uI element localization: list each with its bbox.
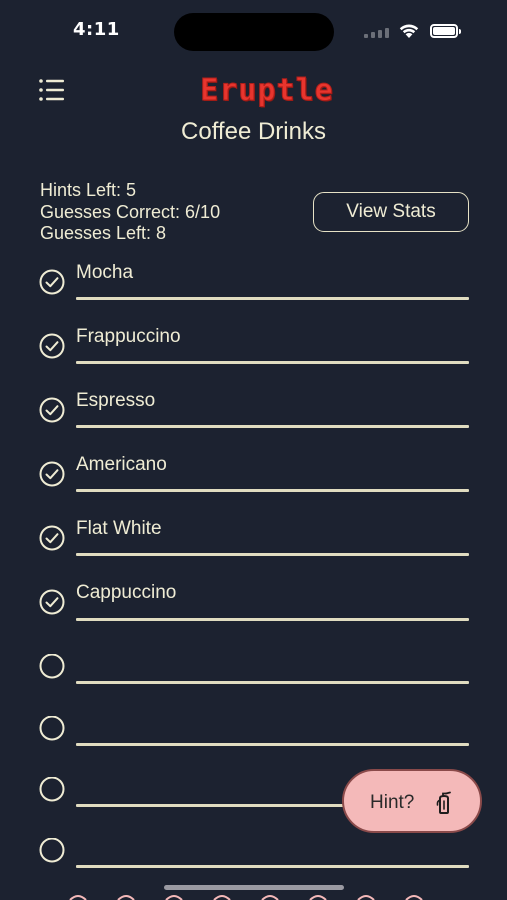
guess-row-empty[interactable] xyxy=(38,654,470,694)
app-logo: Eruptle xyxy=(200,73,334,109)
battery-icon xyxy=(430,24,461,38)
hint-label: Hint? xyxy=(370,792,415,813)
guesses-correct-text: Guesses Correct: 6/10 xyxy=(40,201,221,222)
guess-underline xyxy=(76,618,469,621)
empty-circle-icon xyxy=(39,654,65,679)
guess-underline xyxy=(76,425,469,428)
empty-circle-icon xyxy=(39,838,65,863)
guess-underline xyxy=(76,361,469,364)
guess-row-empty[interactable] xyxy=(38,716,470,756)
guess-underline xyxy=(76,553,469,556)
checkmark-circle-icon xyxy=(39,525,65,551)
checkmark-circle-icon xyxy=(39,269,65,295)
guess-text: Flat White xyxy=(76,518,162,539)
cellular-signal-icon xyxy=(364,28,389,38)
guess-row: Espresso xyxy=(38,390,470,436)
guesses-left-text: Guesses Left: 8 xyxy=(40,223,167,243)
status-time: 4:11 xyxy=(73,19,120,40)
dynamic-island xyxy=(174,13,334,51)
guess-underline xyxy=(76,489,469,492)
menu-button[interactable] xyxy=(36,76,68,104)
guess-input-line[interactable] xyxy=(76,743,469,746)
guess-text: Americano xyxy=(76,454,167,475)
status-bar: 4:11 xyxy=(0,0,507,62)
stats-panel: Hints Left: 5 Guesses Correct: 6/10 Gues… xyxy=(40,180,220,245)
bottom-decoration xyxy=(69,895,423,900)
guess-input-line[interactable] xyxy=(76,865,469,868)
checkmark-circle-icon xyxy=(39,397,65,423)
guess-underline xyxy=(76,297,469,300)
fire-extinguisher-icon xyxy=(436,791,451,814)
hamburger-menu-icon xyxy=(39,79,64,101)
checkmark-circle-icon xyxy=(39,333,65,359)
guess-text: Cappuccino xyxy=(76,582,177,603)
guess-row: Frappuccino xyxy=(38,326,470,372)
guess-text: Frappuccino xyxy=(76,326,181,347)
guess-row: Cappuccino xyxy=(38,582,470,628)
guess-row: Mocha xyxy=(38,262,470,308)
checkmark-circle-icon xyxy=(39,589,65,615)
hint-button[interactable]: Hint? xyxy=(342,769,482,833)
home-indicator xyxy=(164,885,344,890)
checkmark-circle-icon xyxy=(39,461,65,487)
guess-input-line[interactable] xyxy=(76,681,469,684)
guess-text: Espresso xyxy=(76,390,156,411)
empty-circle-icon xyxy=(39,777,65,802)
hints-left-text: Hints Left: 5 xyxy=(40,180,137,200)
guess-row: Flat White xyxy=(38,518,470,564)
guess-row-empty[interactable] xyxy=(38,838,470,878)
view-stats-button[interactable]: View Stats xyxy=(313,192,469,232)
wifi-icon xyxy=(399,24,419,38)
guess-row: Americano xyxy=(38,454,470,500)
empty-circle-icon xyxy=(39,716,65,741)
guess-text: Mocha xyxy=(76,262,134,283)
page-title: Coffee Drinks xyxy=(181,118,326,145)
